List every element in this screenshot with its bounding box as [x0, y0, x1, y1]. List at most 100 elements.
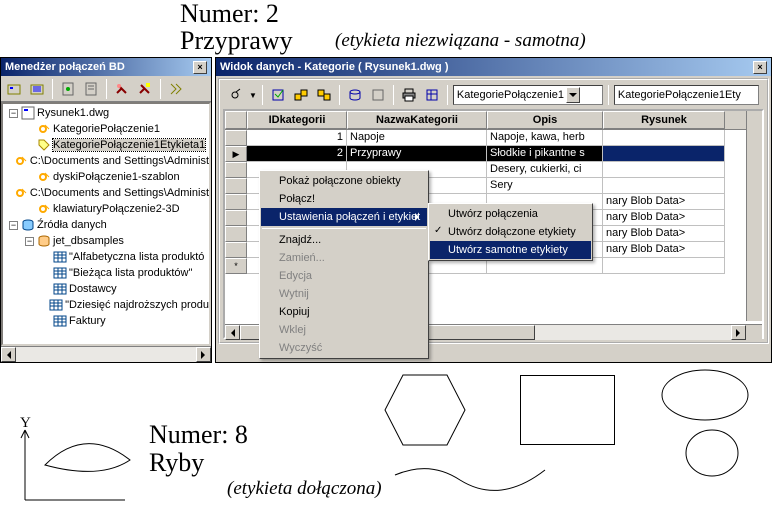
table-cell[interactable]: Napoje [347, 130, 487, 146]
table-row[interactable]: ▶2PrzyprawySłodkie i pikantne s [225, 146, 762, 162]
label-combo-value: KategoriePołączenie1Ety [618, 89, 741, 101]
tree-toggle[interactable]: − [25, 237, 34, 246]
tree-item-label: dyskiPołączenie1-szablon [53, 171, 180, 183]
toolbar-btn-3[interactable] [58, 79, 78, 99]
scroll-left-button[interactable] [225, 325, 240, 340]
toolbar-btn-1[interactable] [4, 79, 24, 99]
table-cell[interactable] [603, 146, 725, 162]
table-cell[interactable]: nary Blob Data> [603, 242, 725, 258]
tree-item-label: Źródła danych [37, 219, 107, 231]
tree-item[interactable]: dyskiPołączenie1-szablon [3, 169, 209, 185]
menu-item: Edycja [261, 267, 427, 285]
table-cell[interactable] [603, 162, 725, 178]
scroll-track[interactable] [16, 347, 196, 362]
tree-item[interactable]: − Źródła danych [3, 217, 209, 233]
tree-item[interactable]: "Dziesięć najdroższych produ [3, 297, 209, 313]
tree-toggle[interactable]: − [9, 221, 18, 230]
tb-btn-a[interactable] [268, 85, 288, 105]
label-combo[interactable]: KategoriePołączenie1Ety [614, 85, 759, 105]
row-selector[interactable]: * [225, 258, 247, 274]
table-cell[interactable]: Desery, cukierki, ci [487, 162, 603, 178]
close-button[interactable]: × [753, 61, 767, 74]
tree-item[interactable]: KategoriePołączenie1Etykieta1 [3, 137, 209, 153]
tree-item[interactable]: Faktury [3, 313, 209, 329]
menu-item[interactable]: Utwórz dołączone etykiety [430, 223, 591, 241]
connection-combo-value: KategoriePołączenie1 [457, 89, 564, 101]
tree-item[interactable]: −jet_dbsamples [3, 233, 209, 249]
column-header[interactable]: NazwaKategorii [347, 111, 487, 129]
toolbar-btn-4[interactable] [81, 79, 101, 99]
tree-item[interactable]: C:\Documents and Settings\Administ [3, 153, 209, 169]
tb-btn-b[interactable] [291, 85, 311, 105]
context-menu-main[interactable]: Pokaż połączone obiektyPołącz!Ustawienia… [259, 170, 429, 359]
row-selector[interactable] [225, 226, 247, 242]
column-header[interactable]: Opis [487, 111, 603, 129]
tree-item[interactable]: Dostawcy [3, 281, 209, 297]
column-header[interactable]: IDkategorii [247, 111, 347, 129]
row-selector[interactable] [225, 130, 247, 146]
drawing-note-1: (etykieta niezwiązana - samotna) [335, 30, 586, 52]
row-selector[interactable] [225, 162, 247, 178]
table-cell[interactable]: Słodkie i pikantne s [487, 146, 603, 162]
table-cell[interactable] [603, 258, 725, 274]
table-cell[interactable]: nary Blob Data> [603, 194, 725, 210]
drawing-ellipse-1 [660, 368, 750, 423]
table-row[interactable]: 1NapojeNapoje, kawa, herb [225, 130, 762, 146]
scroll-right-button[interactable] [196, 347, 211, 362]
db-manager-titlebar[interactable]: Menedżer połączeń BD × [1, 58, 211, 76]
table-cell[interactable]: Sery [487, 178, 603, 194]
menu-item[interactable]: Utwórz samotne etykiety [430, 241, 591, 259]
scroll-right-button[interactable] [731, 325, 746, 340]
table-cell[interactable]: 2 [247, 146, 347, 162]
menu-item[interactable]: Pokaż połączone obiekty [261, 172, 427, 190]
tree-item[interactable]: KategoriePołączenie1 [3, 121, 209, 137]
table-cell[interactable]: Przyprawy [347, 146, 487, 162]
menu-item[interactable]: Połącz! [261, 190, 427, 208]
menu-item[interactable]: Ustawienia połączeń i etykiet [261, 208, 427, 226]
tbl-icon [53, 266, 67, 280]
tree-scrollbar-h[interactable] [1, 346, 211, 362]
row-selector[interactable]: ▶ [225, 146, 247, 162]
row-selector[interactable] [225, 242, 247, 258]
menu-item: Wklej [261, 321, 427, 339]
toolbar-btn-2[interactable] [27, 79, 47, 99]
tree-item[interactable]: −Rysunek1.dwg [3, 105, 209, 121]
menu-item[interactable]: Utwórz połączenia [430, 205, 591, 223]
link-mode-button[interactable] [226, 85, 246, 105]
toolbar-btn-5[interactable] [112, 79, 132, 99]
data-view-titlebar[interactable]: Widok danych - Kategorie ( Rysunek1.dwg … [216, 58, 771, 76]
table-cell[interactable]: nary Blob Data> [603, 226, 725, 242]
table-cell[interactable] [603, 178, 725, 194]
row-selector[interactable] [225, 194, 247, 210]
dropdown-arrow-icon[interactable]: ▼ [249, 91, 257, 100]
toolbar-btn-7[interactable] [166, 79, 186, 99]
tree-toggle[interactable]: − [9, 109, 18, 118]
row-selector[interactable] [225, 178, 247, 194]
connection-combo[interactable]: KategoriePołączenie1 [453, 85, 603, 105]
table-cell[interactable]: 1 [247, 130, 347, 146]
tree-item[interactable]: "Alfabetyczna lista produktó [3, 249, 209, 265]
table-cell[interactable]: Napoje, kawa, herb [487, 130, 603, 146]
grid-scrollbar-v[interactable] [746, 111, 762, 321]
row-selector[interactable] [225, 210, 247, 226]
connection-tree[interactable]: −Rysunek1.dwgKategoriePołączenie1Kategor… [1, 102, 211, 346]
close-button[interactable]: × [193, 61, 207, 74]
scroll-left-button[interactable] [1, 347, 16, 362]
print-button[interactable] [399, 85, 419, 105]
tree-item[interactable]: "Bieżąca lista produktów" [3, 265, 209, 281]
context-submenu-labels[interactable]: Utwórz połączeniaUtwórz dołączone etykie… [428, 203, 593, 261]
tb-btn-c[interactable] [314, 85, 334, 105]
tb-btn-e[interactable] [422, 85, 442, 105]
combo-dropdown-button[interactable] [566, 87, 580, 103]
menu-item[interactable]: Kopiuj [261, 303, 427, 321]
table-cell[interactable] [603, 130, 725, 146]
tree-item-label: "Alfabetyczna lista produktó [69, 251, 204, 263]
table-cell[interactable]: nary Blob Data> [603, 210, 725, 226]
tree-item[interactable]: klawiaturyPołączenie2-3D [3, 201, 209, 217]
tree-item[interactable]: C:\Documents and Settings\Administ [3, 185, 209, 201]
tb-btn-d[interactable] [368, 85, 388, 105]
menu-item[interactable]: Znajdź... [261, 231, 427, 249]
tb-btn-query[interactable] [345, 85, 365, 105]
toolbar-btn-6[interactable] [135, 79, 155, 99]
column-header[interactable]: Rysunek [603, 111, 725, 129]
